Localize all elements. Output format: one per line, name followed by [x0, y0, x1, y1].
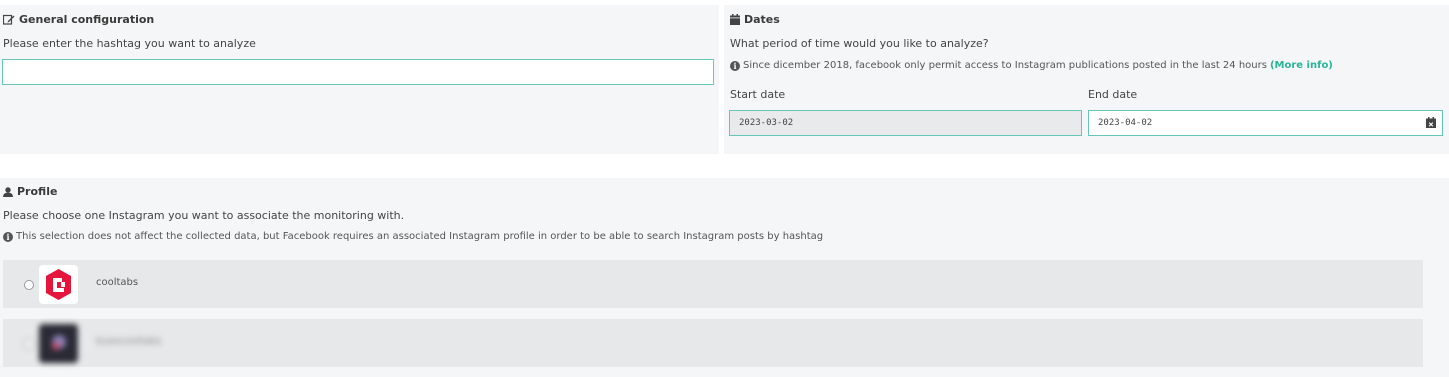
profile-panel: Profile Please choose one Instagram you … [0, 178, 1449, 377]
profile-option-second[interactable]: kuescooltabs [3, 319, 1423, 367]
cooltabs-logo-avatar [39, 265, 78, 304]
profile-prompt: Please choose one Instagram you want to … [3, 209, 405, 222]
hashtag-input[interactable] [2, 59, 714, 85]
profile-avatar [39, 324, 78, 363]
user-icon [3, 186, 13, 197]
info-icon: i [730, 60, 740, 71]
profile-radio[interactable] [24, 280, 34, 290]
general-configuration-title: General configuration [19, 13, 155, 26]
calendar-icon [730, 14, 740, 25]
start-date-input[interactable]: 2023-03-02 [729, 110, 1082, 136]
profile-title: Profile [17, 185, 58, 198]
dates-title: Dates [744, 13, 780, 26]
profile-notice-text: This selection does not affect the colle… [16, 231, 824, 242]
info-icon: i [3, 231, 13, 242]
profile-heading: Profile [3, 185, 57, 198]
general-configuration-panel: General configuration Please enter the h… [0, 5, 719, 154]
dates-notice-text: Since dicember 2018, facebook only permi… [743, 60, 1267, 71]
avatar-image-icon [52, 335, 66, 350]
hashtag-prompt: Please enter the hashtag you want to ana… [3, 37, 256, 50]
profile-notice: i This selection does not affect the col… [3, 231, 823, 242]
edit-icon [3, 14, 15, 25]
profile-name: kuescooltabs [96, 336, 162, 347]
end-date-input[interactable]: 2023-04-02 [1088, 110, 1443, 136]
period-question: What period of time would you like to an… [730, 37, 989, 50]
profile-option-cooltabs[interactable]: cooltabs [3, 260, 1423, 308]
more-info-link[interactable]: (More info) [1270, 60, 1333, 71]
dates-notice: i Since dicember 2018, facebook only per… [730, 60, 1333, 71]
end-date-label: End date [1088, 88, 1138, 101]
calendar-picker-icon[interactable] [1426, 117, 1436, 128]
cooltabs-logo-icon [46, 269, 71, 300]
end-date-value: 2023-04-02 [1098, 118, 1153, 128]
profile-radio[interactable] [24, 339, 34, 349]
start-date-label: Start date [730, 88, 786, 101]
dates-panel: Dates What period of time would you like… [724, 5, 1449, 154]
general-configuration-heading: General configuration [3, 13, 154, 26]
profile-name: cooltabs [96, 277, 139, 288]
dates-heading: Dates [730, 13, 780, 26]
